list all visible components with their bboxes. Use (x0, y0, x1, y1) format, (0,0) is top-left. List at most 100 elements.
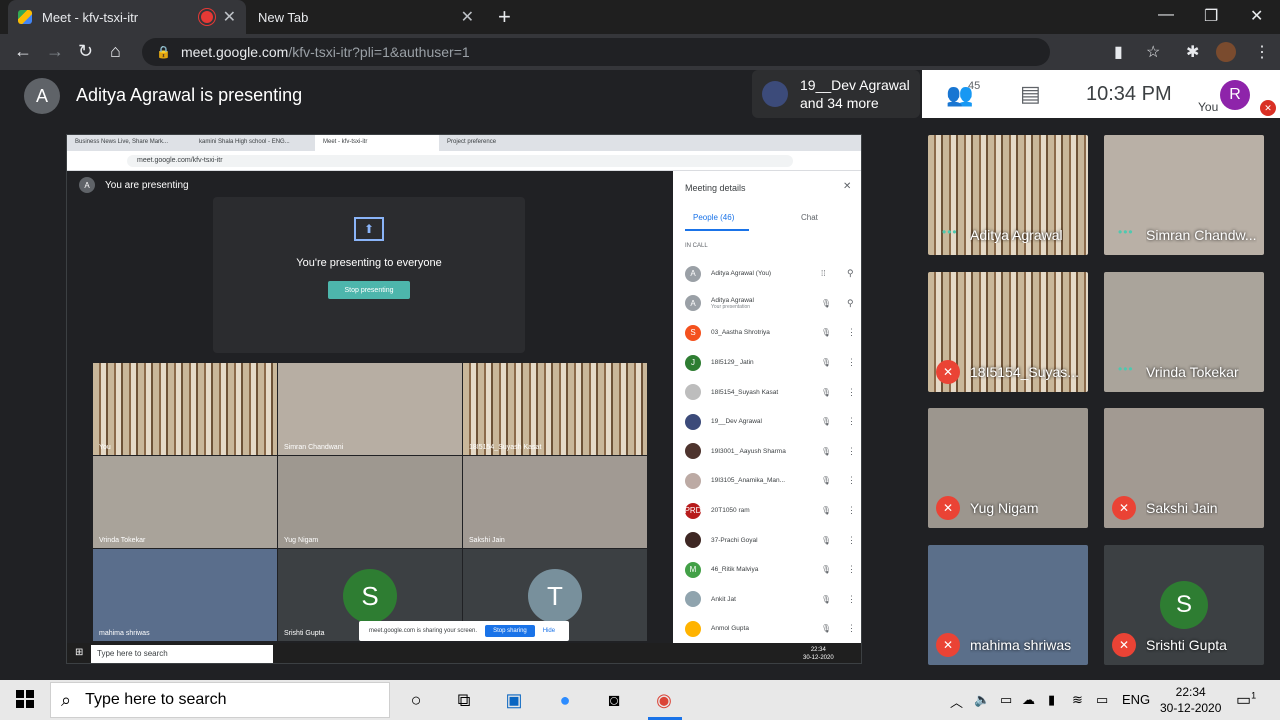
close-window-icon[interactable]: ✕ (1250, 6, 1263, 26)
forward-icon[interactable]: → (46, 41, 64, 62)
shared-tile-label: mahima shriwas (99, 630, 150, 637)
more-options-icon: ⋮ (847, 416, 856, 427)
zoom-icon[interactable]: ● (553, 688, 577, 712)
participant-row: 18I5154_Suyash Kasat 🎙 ⋮ (685, 377, 856, 407)
participant-row-name-text: 46_Ritik Malviya (711, 566, 759, 574)
taskbar-time: 22:34 (1175, 685, 1206, 699)
presenter-pill-line2: and 34 more (800, 95, 879, 111)
participant-row-name-text: Ankit Jat (711, 595, 736, 603)
presenters-pill[interactable]: 19__Dev Agrawal and 34 more (752, 70, 920, 118)
meet-clock: 10:34 PM (1086, 83, 1172, 105)
presenting-to-everyone: You're presenting to everyone (296, 257, 442, 269)
menu-icon[interactable]: ⋮ (1254, 42, 1270, 62)
taskbar-search[interactable]: ⌕ Type here to search (50, 682, 390, 718)
participant-row: J 18I5129_ Jatin 🎙 ⋮ (685, 348, 856, 378)
participant-row-name: 19I3105_Anamika_Man... (711, 477, 821, 484)
speaking-indicator-icon: ••• (1118, 225, 1134, 239)
shared-video-grid: You Simran Chandwani 18I5154_Suyash Kasa… (93, 363, 647, 643)
photos-icon[interactable]: ▣ (502, 688, 526, 712)
participant-name: Aditya Agrawal (970, 227, 1063, 243)
presenter-pill-avatar (762, 81, 788, 107)
participant-row-name-text: 18I5154_Suyash Kasat (711, 388, 779, 396)
back-icon[interactable]: ← (14, 41, 32, 62)
shared-tile: mahima shriwas (93, 549, 277, 641)
close-tab-icon[interactable]: ✕ (223, 7, 236, 27)
speaking-indicator-icon: ⁞⁞ (821, 269, 826, 279)
home-icon[interactable]: ⌂ (110, 41, 121, 62)
shared-tile: Yug Nigam (278, 456, 462, 548)
task-view-icon[interactable]: ⧉ (452, 688, 476, 712)
tray-mic-icon[interactable]: ▮ (1048, 692, 1055, 708)
taskbar-clock[interactable]: 22:34 30-12-2020 (1160, 684, 1221, 716)
wifi-icon[interactable]: ≋ (1072, 692, 1083, 708)
shared-tile-label: Simran Chandwani (284, 444, 344, 451)
search-icon: ⌕ (61, 689, 72, 710)
participant-tile[interactable]: ✕ Sakshi Jain (1104, 408, 1264, 528)
tab-new-tab[interactable]: New Tab ✕ (248, 0, 484, 34)
shared-you-presenting-text: You are presenting (105, 179, 189, 191)
mic-off-icon: 🎙 (821, 476, 832, 486)
profile-avatar[interactable] (1216, 42, 1236, 62)
taskbar-search-placeholder: Type here to search (85, 691, 227, 708)
participant-row-name-text: 37-Prachi Goyal (711, 536, 758, 544)
participant-avatar: A (685, 295, 701, 312)
participant-avatar: J (685, 354, 701, 371)
participant-name: Yug Nigam (970, 500, 1039, 516)
participant-tile[interactable]: S ✕ Srishti Gupta (1104, 545, 1264, 665)
notification-icon[interactable]: ▭1 (1236, 690, 1256, 710)
presenting-card: ⬆ You're presenting to everyone Stop pre… (213, 197, 525, 353)
shared-tile: You (93, 363, 277, 455)
participant-name: mahima shriwas (970, 637, 1072, 653)
participant-tile[interactable]: ••• Vrinda Tokekar (1104, 272, 1264, 392)
mic-off-icon: ✕ (1260, 100, 1276, 116)
cortana-icon[interactable]: ○ (404, 688, 428, 712)
camera-icon[interactable]: ◙ (602, 688, 626, 712)
windows-start-icon[interactable] (16, 690, 34, 708)
language-indicator[interactable]: ENG (1122, 692, 1150, 707)
participant-avatar: M (685, 561, 701, 578)
chat-icon[interactable]: ▤ (1020, 81, 1041, 107)
self-avatar[interactable]: R (1220, 80, 1250, 110)
stop-presenting-button: Stop presenting (328, 281, 410, 299)
tray-chevron-icon[interactable]: ︿ (950, 692, 963, 711)
shared-windows-icon: ⊞ (75, 647, 84, 658)
panel-title: Meeting details (685, 183, 746, 193)
onedrive-icon[interactable]: ☁ (1022, 692, 1035, 708)
participant-tile[interactable]: ✕ Yug Nigam (928, 408, 1088, 528)
participant-tile[interactable]: ••• Aditya Agrawal (928, 135, 1088, 255)
participant-row-name: 46_Ritik Malviya (711, 566, 821, 573)
reload-icon[interactable]: ↻ (78, 41, 93, 62)
extensions-icon[interactable]: ✱ (1186, 42, 1199, 62)
bookmark-star-icon[interactable]: ☆ (1146, 42, 1160, 62)
participant-row-name: Ankit Jat (711, 596, 821, 603)
camera-blocked-icon[interactable]: ▮ (1114, 42, 1123, 62)
lock-icon: 🔒 (156, 45, 171, 59)
tray-app-icon[interactable]: ▭ (1000, 692, 1012, 708)
minimize-icon[interactable]: — (1158, 6, 1174, 24)
mic-off-icon: ✕ (1112, 496, 1136, 520)
shared-tile-label: You (99, 444, 111, 451)
new-tab-button[interactable]: + (498, 4, 511, 30)
mic-off-icon: 🎙 (821, 506, 832, 516)
shared-screen: Business News Live, Share Mark... kamini… (66, 134, 862, 664)
volume-icon[interactable]: 🔈 (974, 692, 990, 708)
participant-tile[interactable]: ✕ 18I5154_Suyas... (928, 272, 1088, 392)
mic-off-icon: 🎙 (821, 387, 832, 397)
participant-row-name: 18I5129_ Jatin (711, 359, 821, 366)
address-bar[interactable]: 🔒 meet.google.com/kfv-tsxi-itr?pli=1&aut… (142, 38, 1050, 66)
participant-tile[interactable]: ✕ mahima shriwas (928, 545, 1088, 665)
mic-off-icon: ✕ (936, 496, 960, 520)
participant-initial-avatar: S (1160, 581, 1208, 629)
restore-icon[interactable]: ❐ (1204, 6, 1218, 26)
mic-off-icon: ✕ (936, 633, 960, 657)
tab-meet[interactable]: Meet - kfv-tsxi-itr ✕ (8, 0, 246, 34)
battery-icon[interactable]: ▭ (1096, 692, 1108, 708)
mic-off-icon: 🎙 (821, 328, 832, 338)
chrome-icon[interactable]: ◉ (652, 688, 676, 712)
participant-tile[interactable]: ••• Simran Chandw... (1104, 135, 1264, 255)
close-tab-icon[interactable]: ✕ (461, 7, 474, 27)
people-count: 45 (968, 80, 981, 92)
presenter-pill-text: 19__Dev Agrawal and 34 more (800, 76, 910, 112)
mic-off-icon: ✕ (1112, 633, 1136, 657)
sharing-notice-bar: meet.google.com is sharing your screen. … (359, 621, 569, 641)
